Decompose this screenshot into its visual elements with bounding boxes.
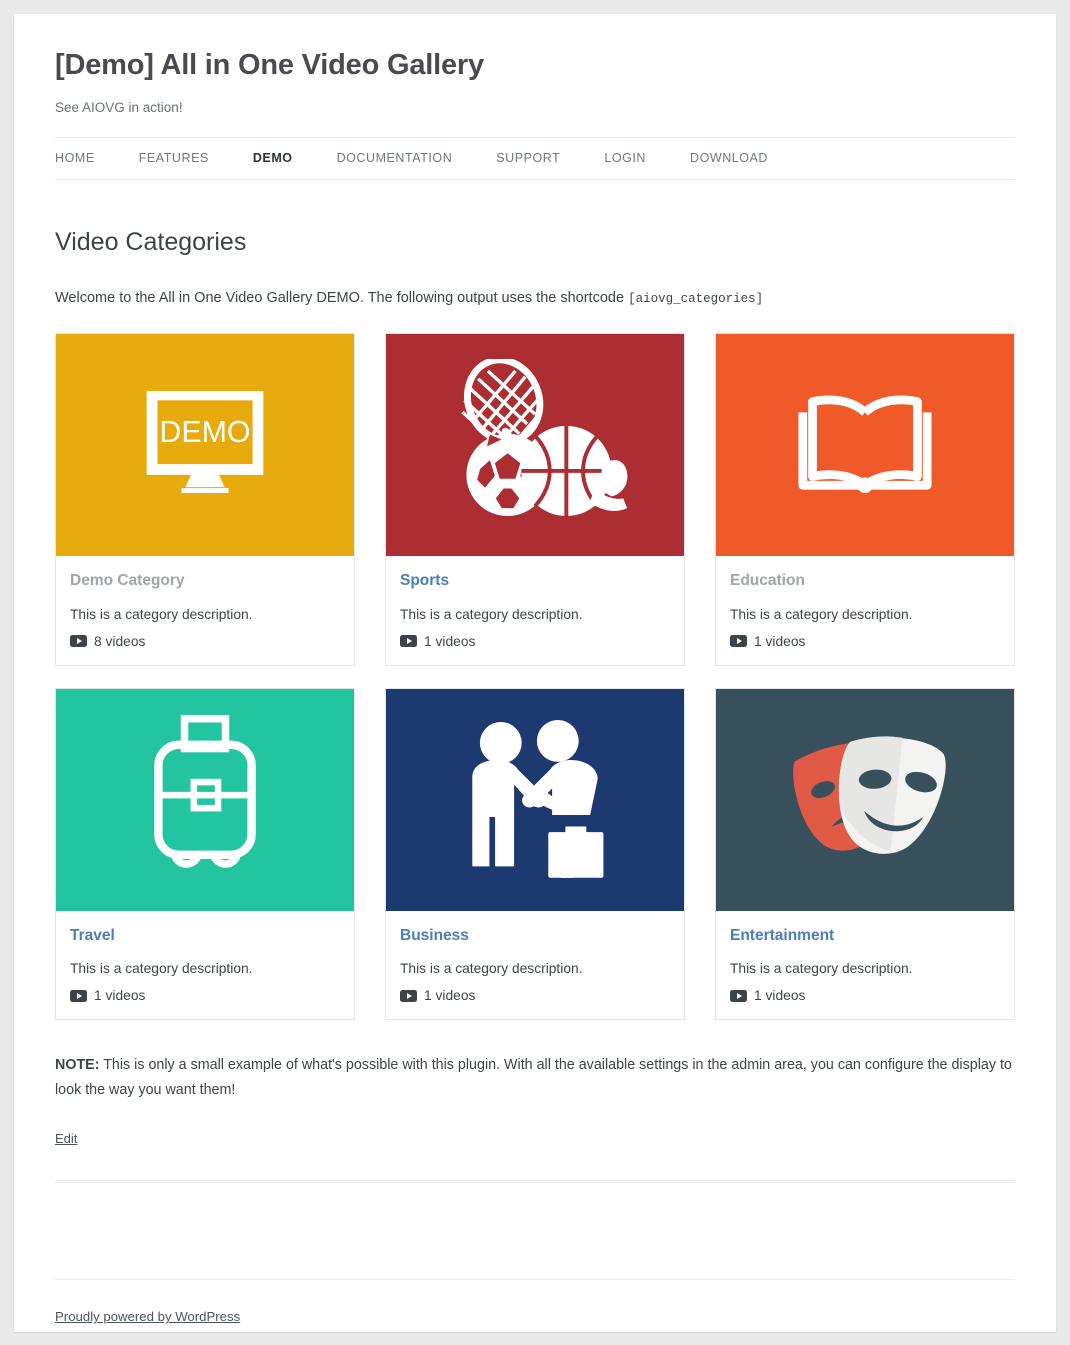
nav-item-home[interactable]: HOME xyxy=(55,151,95,165)
category-video-count-label: 1 videos xyxy=(754,988,806,1004)
category-card-body: Education This is a category description.… xyxy=(716,556,1014,665)
main-navigation: HOME FEATURES DEMO DOCUMENTATION SUPPORT LOGI… xyxy=(55,136,1015,180)
nav-item-support[interactable]: SUPPORT xyxy=(496,151,560,165)
category-thumbnail[interactable]: DEMO xyxy=(56,333,354,556)
category-video-count: 1 videos xyxy=(730,622,1000,649)
category-video-count: 8 videos xyxy=(70,622,340,649)
site-header: [Demo] All in One Video Gallery See AIOV… xyxy=(55,14,1015,180)
nav-item-download[interactable]: DOWNLOAD xyxy=(690,151,768,165)
sports-balls-icon xyxy=(437,356,633,531)
category-card[interactable]: DEMO Demo Category This is a category desc… xyxy=(55,332,355,666)
category-thumbnail[interactable] xyxy=(386,688,684,911)
category-card[interactable]: Sports This is a category description. 1 v… xyxy=(385,332,685,666)
note-paragraph: NOTE: This is only a small example of wh… xyxy=(55,1020,1015,1102)
category-video-count-label: 1 videos xyxy=(94,988,146,1004)
video-play-icon xyxy=(70,989,87,1002)
theater-masks-icon xyxy=(774,725,956,874)
intro-text: Welcome to the All in One Video Gallery … xyxy=(55,289,625,306)
category-grid: DEMO Demo Category This is a category desc… xyxy=(55,332,1015,1021)
category-title[interactable]: Demo Category xyxy=(70,572,340,591)
category-video-count: 1 videos xyxy=(70,976,340,1003)
category-card-body: Travel This is a category description. 1 v… xyxy=(56,911,354,1020)
category-video-count: 1 videos xyxy=(730,976,1000,1003)
category-title[interactable]: Education xyxy=(730,572,1000,591)
nav-item-features[interactable]: FEATURES xyxy=(139,151,209,165)
suitcase-icon xyxy=(149,715,261,884)
category-description: This is a category description. xyxy=(70,961,253,977)
category-card[interactable]: Travel This is a category description. 1 v… xyxy=(55,687,355,1021)
monitor-demo-icon: DEMO xyxy=(146,390,264,498)
category-video-count-label: 1 videos xyxy=(424,633,476,649)
edit-link[interactable]: Edit xyxy=(55,1131,77,1146)
category-video-count-label: 1 videos xyxy=(754,633,806,649)
site-footer: Proudly powered by WordPress xyxy=(55,1280,1015,1332)
svg-text:DEMO: DEMO xyxy=(159,415,250,449)
category-description: This is a category description. xyxy=(400,606,583,622)
video-play-icon xyxy=(400,989,417,1002)
content-divider-top xyxy=(55,1180,1015,1184)
page-title: Video Categories xyxy=(55,227,247,256)
category-thumbnail[interactable] xyxy=(716,333,1014,556)
note-text: This is only a small example of what's p… xyxy=(55,1057,1012,1098)
category-card-body: Entertainment This is a category descript… xyxy=(716,911,1014,1020)
category-card-body: Sports This is a category description. 1 v… xyxy=(386,556,684,665)
video-play-icon xyxy=(400,635,417,648)
video-play-icon xyxy=(730,635,747,648)
category-video-count-label: 1 videos xyxy=(424,988,476,1004)
wordpress-credit-link[interactable]: Proudly powered by WordPress xyxy=(55,1309,240,1324)
category-title[interactable]: Entertainment xyxy=(730,927,1000,946)
category-description: This is a category description. xyxy=(730,961,913,977)
category-title[interactable]: Sports xyxy=(400,572,670,591)
category-video-count-label: 8 videos xyxy=(94,633,146,649)
site-title: [Demo] All in One Video Gallery xyxy=(55,49,484,81)
category-thumbnail[interactable] xyxy=(716,688,1014,911)
category-title[interactable]: Business xyxy=(400,927,670,946)
category-card-body: Business This is a category description. 1… xyxy=(386,911,684,1020)
category-card-body: Demo Category This is a category descript… xyxy=(56,556,354,665)
category-card[interactable]: Education This is a category description.… xyxy=(715,332,1015,666)
intro-paragraph: Welcome to the All in One Video Gallery … xyxy=(55,257,1015,310)
edit-link-wrap: Edit xyxy=(55,1102,1015,1148)
category-video-count: 1 videos xyxy=(400,976,670,1003)
category-description: This is a category description. xyxy=(400,961,583,977)
nav-item-documentation[interactable]: DOCUMENTATION xyxy=(337,151,453,165)
note-label: NOTE: xyxy=(55,1057,100,1074)
category-video-count: 1 videos xyxy=(400,622,670,649)
video-play-icon xyxy=(70,635,87,648)
category-thumbnail[interactable] xyxy=(56,688,354,911)
category-thumbnail[interactable] xyxy=(386,333,684,556)
nav-item-demo[interactable]: DEMO xyxy=(253,151,293,165)
nav-item-login[interactable]: LOGIN xyxy=(604,151,646,165)
category-description: This is a category description. xyxy=(730,606,913,622)
shortcode-snippet: [aiovg_categories] xyxy=(628,291,764,306)
category-card[interactable]: Business This is a category description. 1… xyxy=(385,687,685,1021)
video-play-icon xyxy=(730,989,747,1002)
category-title[interactable]: Travel xyxy=(70,927,340,946)
site-content-area: [Demo] All in One Video Gallery See AIOV… xyxy=(14,14,1056,1332)
category-card[interactable]: Entertainment This is a category descript… xyxy=(715,687,1015,1021)
site-description: See AIOVG in action! xyxy=(55,99,183,115)
category-description: This is a category description. xyxy=(70,606,253,622)
main-content: Video Categories Welcome to the All in O… xyxy=(55,180,1015,1281)
open-book-icon xyxy=(797,391,933,499)
handshake-briefcase-icon xyxy=(459,716,611,895)
